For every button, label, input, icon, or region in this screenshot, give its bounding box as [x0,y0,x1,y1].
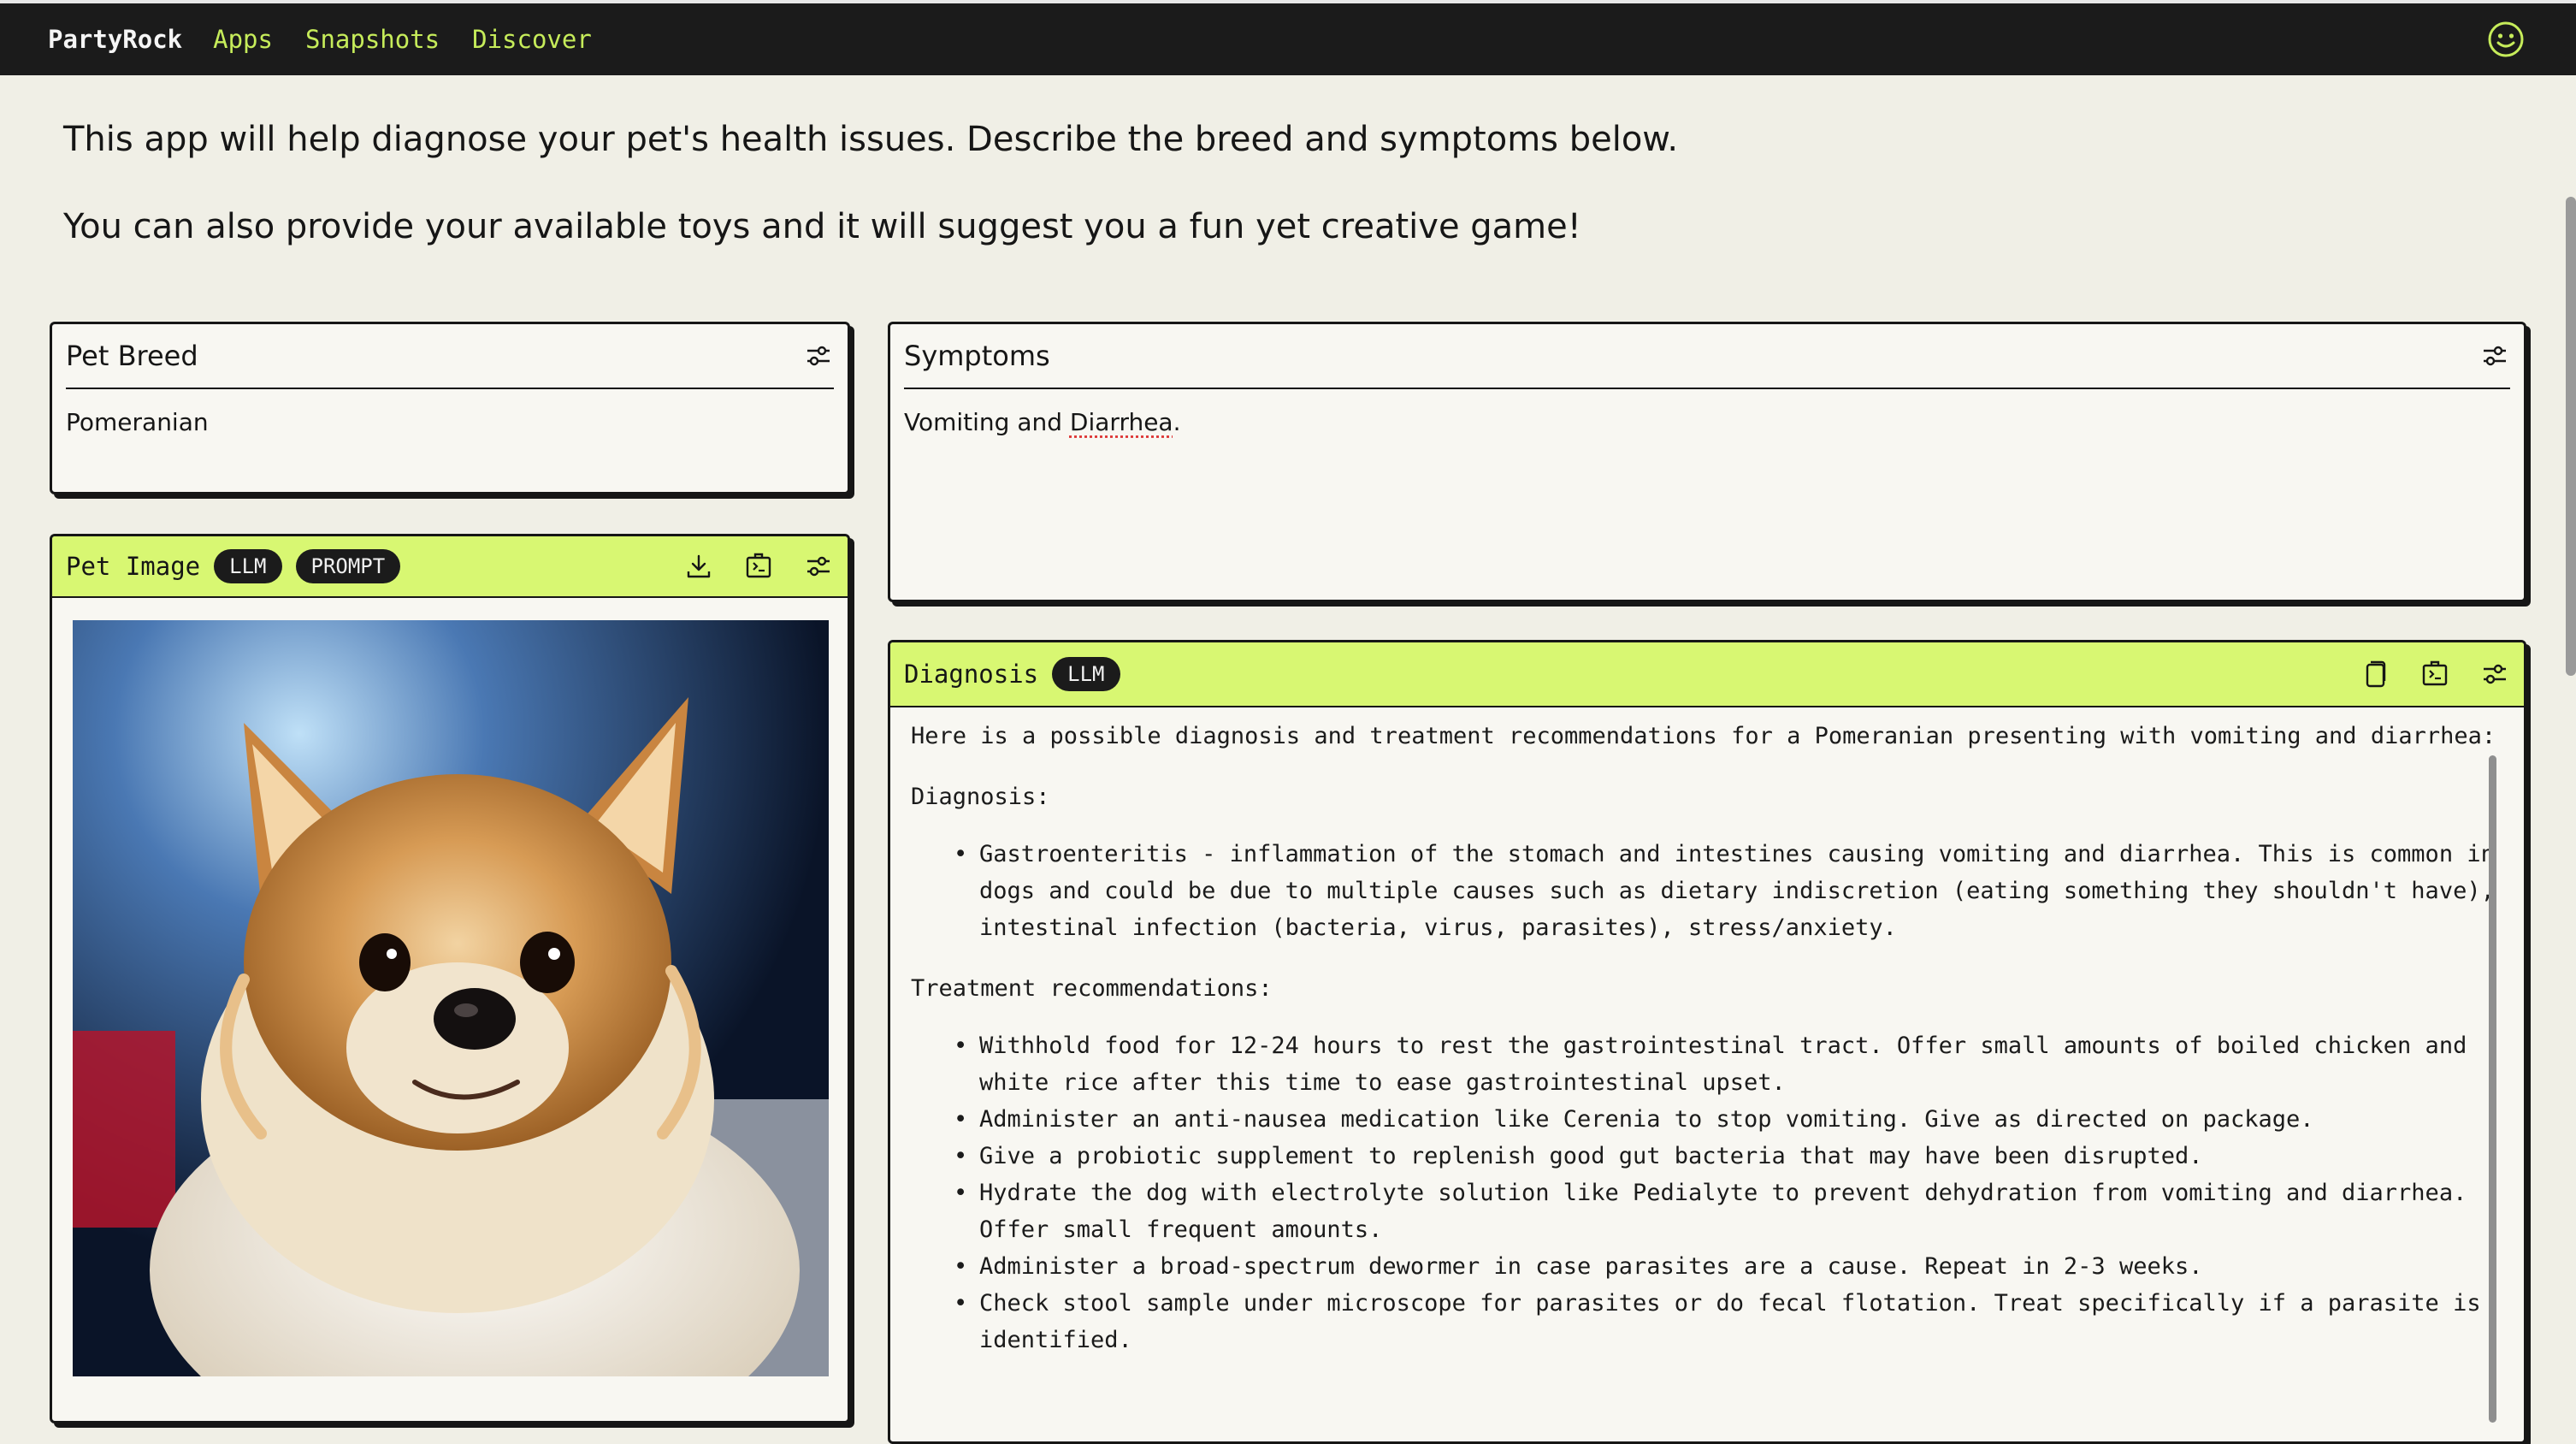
diagnosis-panel: Diagnosis LLM Here is a possible diagnos… [888,640,2526,1444]
pomeranian-dog-image [73,620,829,1376]
copy-icon[interactable] [2360,659,2390,689]
settings-sliders-icon[interactable] [803,551,834,582]
list-item: Administer an anti-nausea medication lik… [954,1101,2502,1138]
pet-breed-panel: Pet Breed Pomeranian [50,322,850,494]
nav-link-discover[interactable]: Discover [472,25,592,54]
snapshot-icon[interactable] [743,551,774,582]
symptoms-text-end: . [1173,408,1181,436]
top-navbar: PartyRock Apps Snapshots Discover [0,0,2576,75]
pet-image-header: Pet Image LLM PROMPT [52,536,848,598]
pet-breed-input[interactable]: Pomeranian [52,389,848,455]
download-icon[interactable] [683,551,714,582]
intro-line-2: You can also provide your available toys… [63,207,1581,246]
pet-breed-title: Pet Breed [66,340,198,372]
symptoms-misspelled-word: Diarrhea [1069,408,1173,436]
prompt-badge[interactable]: PROMPT [295,549,401,583]
treatment-heading: Treatment recommendations: [911,975,1273,1002]
settings-sliders-icon[interactable] [2479,659,2510,689]
smiley-icon[interactable] [2487,21,2525,58]
pet-image-panel: Pet Image LLM PROMPT [50,534,850,1423]
treatment-list: Withhold food for 12-24 hours to rest th… [911,1027,2502,1358]
llm-badge: LLM [214,549,282,583]
nav-link-snapshots[interactable]: Snapshots [305,25,440,54]
nav-link-apps[interactable]: Apps [213,25,273,54]
diagnosis-list: Gastroenteritis - inflammation of the st… [911,836,2502,946]
diagnosis-title: Diagnosis [904,660,1039,689]
snapshot-icon[interactable] [2419,659,2450,689]
diagnosis-output: Here is a possible diagnosis and treatme… [890,707,2524,1358]
pet-image-title: Pet Image [66,552,201,581]
symptoms-panel: Symptoms Vomiting and Diarrhea. [888,322,2526,602]
symptoms-title: Symptoms [904,340,1050,372]
intro-line-1: This app will help diagnose your pet's h… [63,120,1679,159]
list-item: Hydrate the dog with electrolyte solutio… [954,1175,2502,1248]
page-scrollbar[interactable] [2566,197,2576,676]
settings-sliders-icon[interactable] [2479,340,2510,371]
list-item: Give a probiotic supplement to replenish… [954,1138,2502,1175]
list-item: Withhold food for 12-24 hours to rest th… [954,1027,2502,1101]
symptoms-text-part: Vomiting and [904,408,1070,436]
llm-badge: LLM [1052,657,1120,691]
diagnosis-heading: Diagnosis: [911,784,1050,810]
symptoms-header: Symptoms [904,324,2510,389]
diagnosis-intro: Here is a possible diagnosis and treatme… [911,723,2496,749]
diagnosis-header: Diagnosis LLM [890,642,2524,707]
list-item: Gastroenteritis - inflammation of the st… [954,836,2502,946]
diagnosis-scrollbar[interactable] [2489,755,2496,1423]
list-item: Administer a broad-spectrum dewormer in … [954,1248,2502,1285]
pet-breed-header: Pet Breed [66,324,834,389]
symptoms-input[interactable]: Vomiting and Diarrhea. [890,389,2524,455]
brand-logo[interactable]: PartyRock [48,25,182,54]
list-item: Check stool sample under microscope for … [954,1285,2502,1358]
settings-sliders-icon[interactable] [803,340,834,371]
